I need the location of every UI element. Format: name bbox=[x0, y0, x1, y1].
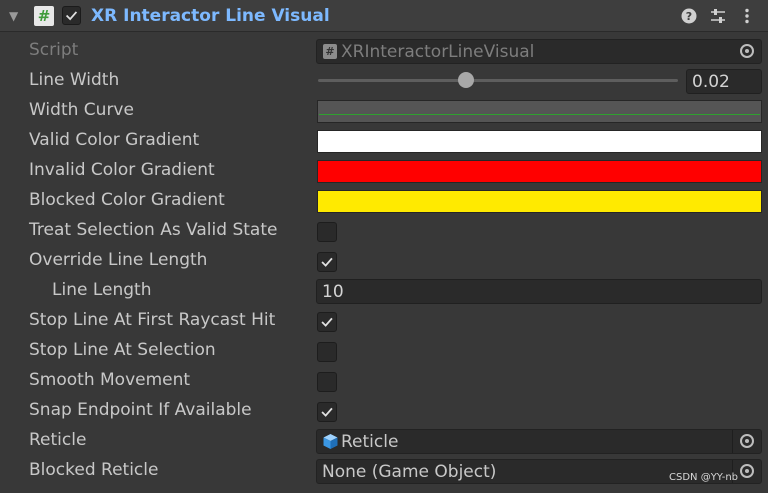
label-blocked-color-gradient: Blocked Color Gradient bbox=[29, 190, 225, 210]
row-stop-line-at-selection: Stop Line At Selection bbox=[0, 336, 768, 366]
reticle-field-value: Reticle bbox=[341, 432, 399, 452]
label-stop-line-at-first-raycast-hit: Stop Line At First Raycast Hit bbox=[29, 310, 276, 330]
row-smooth-movement: Smooth Movement bbox=[0, 366, 768, 396]
line-width-input[interactable]: 0.02 bbox=[686, 69, 762, 94]
foldout-arrow-icon[interactable]: ▼ bbox=[9, 9, 18, 23]
line-width-slider-track[interactable] bbox=[318, 79, 678, 82]
object-picker-icon[interactable] bbox=[733, 40, 761, 63]
label-line-width: Line Width bbox=[29, 70, 120, 90]
row-blocked-color-gradient: Blocked Color Gradient bbox=[0, 186, 768, 216]
watermark: CSDN @YY-nb bbox=[669, 472, 739, 483]
label-snap-endpoint-if-available: Snap Endpoint If Available bbox=[29, 400, 252, 420]
script-icon: # bbox=[323, 44, 337, 59]
treat-selection-as-valid-state-checkbox[interactable] bbox=[317, 222, 337, 242]
row-valid-color-gradient: Valid Color Gradient bbox=[0, 126, 768, 156]
invalid-color-gradient-field[interactable] bbox=[317, 160, 762, 183]
reticle-field[interactable]: Reticle bbox=[316, 429, 762, 454]
blocked-color-gradient-field[interactable] bbox=[317, 190, 762, 213]
row-invalid-color-gradient: Invalid Color Gradient bbox=[0, 156, 768, 186]
label-invalid-color-gradient: Invalid Color Gradient bbox=[29, 160, 215, 180]
width-curve-field[interactable] bbox=[317, 100, 762, 123]
stop-line-at-first-raycast-hit-checkbox[interactable] bbox=[317, 312, 337, 332]
row-line-width: Line Width 0.02 bbox=[0, 66, 768, 96]
component-enabled-checkbox[interactable] bbox=[62, 6, 81, 25]
svg-text:?: ? bbox=[686, 10, 692, 23]
line-length-value: 10 bbox=[322, 282, 344, 302]
help-icon[interactable]: ? bbox=[680, 7, 698, 25]
row-script: Script # XRInteractorLineVisual bbox=[0, 36, 768, 66]
checkmark-icon bbox=[321, 257, 333, 267]
row-reticle: Reticle Reticle bbox=[0, 426, 768, 456]
script-field-value: XRInteractorLineVisual bbox=[341, 42, 535, 62]
blocked-reticle-field-value: None (Game Object) bbox=[322, 462, 497, 482]
row-line-length: Line Length 10 bbox=[0, 276, 768, 306]
label-script: Script bbox=[29, 40, 79, 60]
row-override-line-length: Override Line Length bbox=[0, 246, 768, 276]
component-header: ▼ # XR Interactor Line Visual ? bbox=[0, 0, 768, 32]
label-valid-color-gradient: Valid Color Gradient bbox=[29, 130, 200, 150]
label-stop-line-at-selection: Stop Line At Selection bbox=[29, 340, 216, 360]
smooth-movement-checkbox[interactable] bbox=[317, 372, 337, 392]
width-curve-line bbox=[319, 114, 760, 115]
label-blocked-reticle: Blocked Reticle bbox=[29, 460, 159, 480]
row-blocked-reticle: Blocked Reticle None (Game Object) bbox=[0, 456, 768, 486]
row-treat-selection-as-valid-state: Treat Selection As Valid State bbox=[0, 216, 768, 246]
row-stop-line-at-first-raycast-hit: Stop Line At First Raycast Hit bbox=[0, 306, 768, 336]
stop-line-at-selection-checkbox[interactable] bbox=[317, 342, 337, 362]
snap-endpoint-if-available-checkbox[interactable] bbox=[317, 402, 337, 422]
script-icon: # bbox=[34, 6, 54, 26]
label-line-length: Line Length bbox=[52, 280, 152, 300]
line-length-input[interactable]: 10 bbox=[316, 279, 762, 304]
line-width-value: 0.02 bbox=[692, 72, 730, 92]
component-title: XR Interactor Line Visual bbox=[91, 6, 330, 26]
label-override-line-length: Override Line Length bbox=[29, 250, 208, 270]
label-reticle: Reticle bbox=[29, 430, 87, 450]
row-width-curve: Width Curve bbox=[0, 96, 768, 126]
label-smooth-movement: Smooth Movement bbox=[29, 370, 191, 390]
label-width-curve: Width Curve bbox=[29, 100, 134, 120]
checkmark-icon bbox=[65, 11, 78, 21]
preset-icon[interactable] bbox=[709, 7, 727, 25]
object-picker-icon[interactable] bbox=[732, 430, 761, 453]
line-width-slider-thumb[interactable] bbox=[457, 72, 474, 88]
row-snap-endpoint-if-available: Snap Endpoint If Available bbox=[0, 396, 768, 426]
kebab-menu-icon[interactable] bbox=[738, 7, 756, 25]
checkmark-icon bbox=[321, 407, 333, 417]
override-line-length-checkbox[interactable] bbox=[317, 252, 337, 272]
script-field: # XRInteractorLineVisual bbox=[316, 39, 762, 64]
prefab-cube-icon bbox=[323, 434, 338, 449]
valid-color-gradient-field[interactable] bbox=[317, 130, 762, 153]
label-treat-selection-as-valid-state: Treat Selection As Valid State bbox=[29, 220, 278, 240]
checkmark-icon bbox=[321, 317, 333, 327]
